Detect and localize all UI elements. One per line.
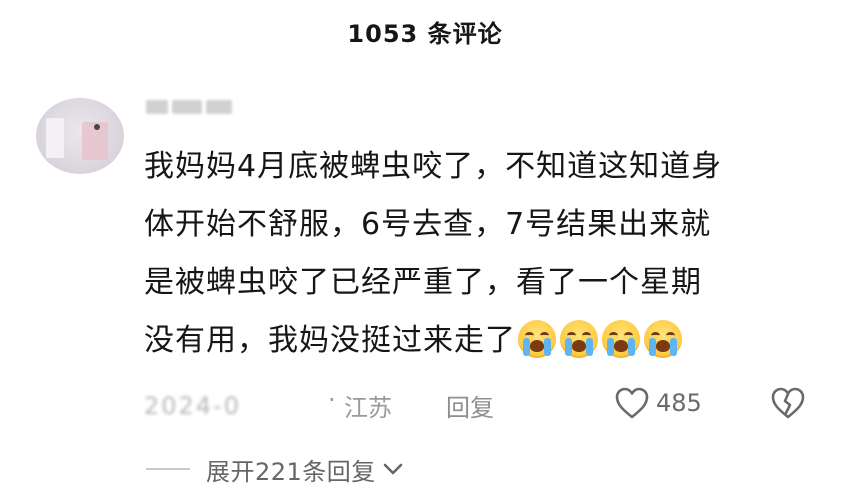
- emoji-group: [518, 320, 682, 358]
- crying-face-icon: [518, 320, 556, 358]
- comment-body: 我妈妈4月底被蜱虫咬了，不知道这知道身 体开始不舒服，6号去查，7号结果出来就 是被…: [144, 138, 824, 370]
- crying-face-icon: [602, 320, 640, 358]
- crying-face-icon: [644, 320, 682, 358]
- broken-heart-icon: [771, 387, 805, 419]
- comment-region: 江苏: [344, 394, 392, 422]
- comment-meta-row: 2024-0 · 江苏 回复 485: [144, 386, 824, 422]
- reply-button[interactable]: 回复: [446, 388, 494, 423]
- comment-date: 2024-0: [144, 392, 242, 420]
- dislike-button[interactable]: [770, 386, 806, 426]
- meta-separator: ·: [328, 386, 336, 414]
- username-blur-block: [146, 100, 168, 114]
- comment-line: 没有用，我妈没挺过来走了: [144, 323, 516, 358]
- chevron-down-icon: [383, 463, 403, 475]
- crying-face-icon: [560, 320, 598, 358]
- comment-panel: 1053 条评论 我妈妈4月底被蜱虫咬了，不知道这知道身 体开始不舒服，6号去查，…: [0, 0, 850, 486]
- heart-icon: [615, 387, 649, 419]
- like-count: 485: [656, 389, 702, 417]
- username-blur-block: [172, 100, 202, 114]
- comment-line: 我妈妈4月底被蜱虫咬了，不知道这知道身: [144, 149, 723, 184]
- comment-line: 是被蜱虫咬了已经严重了，看了一个星期: [144, 265, 702, 300]
- comment-count-title: 1053 条评论: [347, 20, 503, 48]
- user-avatar[interactable]: [36, 98, 124, 174]
- username-blurred[interactable]: [146, 100, 232, 116]
- expand-divider-line: [146, 468, 190, 470]
- username-blur-block: [206, 100, 232, 114]
- like-button[interactable]: 485: [614, 386, 702, 420]
- expand-replies-button[interactable]: 展开221条回复: [146, 452, 404, 486]
- comment-line-last: 没有用，我妈没挺过来走了: [144, 312, 824, 370]
- expand-replies-label: 展开221条回复: [206, 457, 376, 486]
- avatar-pixel-block: [94, 124, 100, 130]
- comment-line: 体开始不舒服，6号去查，7号结果出来就: [144, 207, 712, 242]
- avatar-pixel-block: [46, 118, 64, 158]
